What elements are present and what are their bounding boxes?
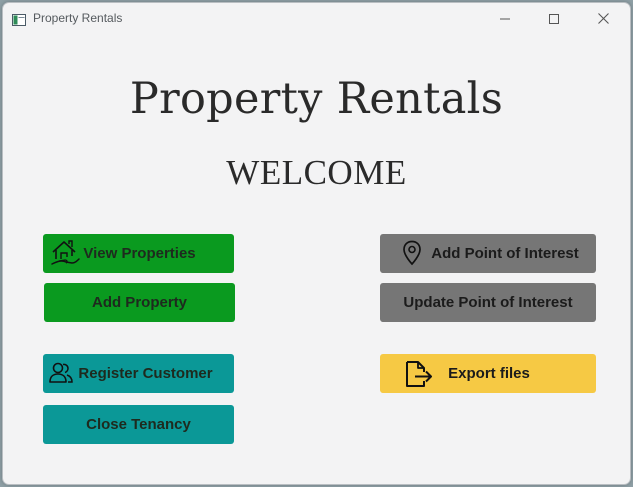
view-properties-label: View Properties xyxy=(83,245,196,262)
close-window-button[interactable] xyxy=(580,3,626,34)
close-tenancy-button[interactable]: Close Tenancy xyxy=(43,405,234,444)
maximize-button[interactable] xyxy=(531,3,577,34)
add-point-of-interest-label: Add Point of Interest xyxy=(431,245,579,262)
file-export-icon xyxy=(404,360,434,388)
close-tenancy-label: Close Tenancy xyxy=(86,416,191,433)
export-files-button[interactable]: Export files xyxy=(380,354,596,393)
view-properties-button[interactable]: View Properties xyxy=(43,234,234,273)
add-property-button[interactable]: Add Property xyxy=(44,283,235,322)
title-bar[interactable]: Property Rentals xyxy=(3,3,630,34)
minimize-button[interactable] xyxy=(482,3,528,34)
add-point-of-interest-button[interactable]: Add Point of Interest xyxy=(380,234,596,273)
maximize-icon xyxy=(549,13,559,24)
location-pin-icon xyxy=(402,240,422,267)
export-files-label: Export files xyxy=(448,365,530,382)
page-title: Property Rentals xyxy=(129,74,504,124)
update-point-of-interest-button[interactable]: Update Point of Interest xyxy=(380,283,596,322)
app-icon xyxy=(12,13,26,26)
register-customer-button[interactable]: Register Customer xyxy=(43,354,234,393)
window-title: Property Rentals xyxy=(33,11,123,25)
minimize-icon xyxy=(500,18,510,19)
close-icon xyxy=(597,13,609,24)
users-icon xyxy=(48,362,74,384)
app-window: Property Rentals Property Rentals WELCOM… xyxy=(2,2,631,485)
welcome-text: WELCOME xyxy=(226,153,407,192)
add-property-label: Add Property xyxy=(91,294,187,311)
house-hand-icon xyxy=(50,238,82,268)
update-point-of-interest-label: Update Point of Interest xyxy=(403,294,573,311)
register-customer-label: Register Customer xyxy=(78,365,213,382)
